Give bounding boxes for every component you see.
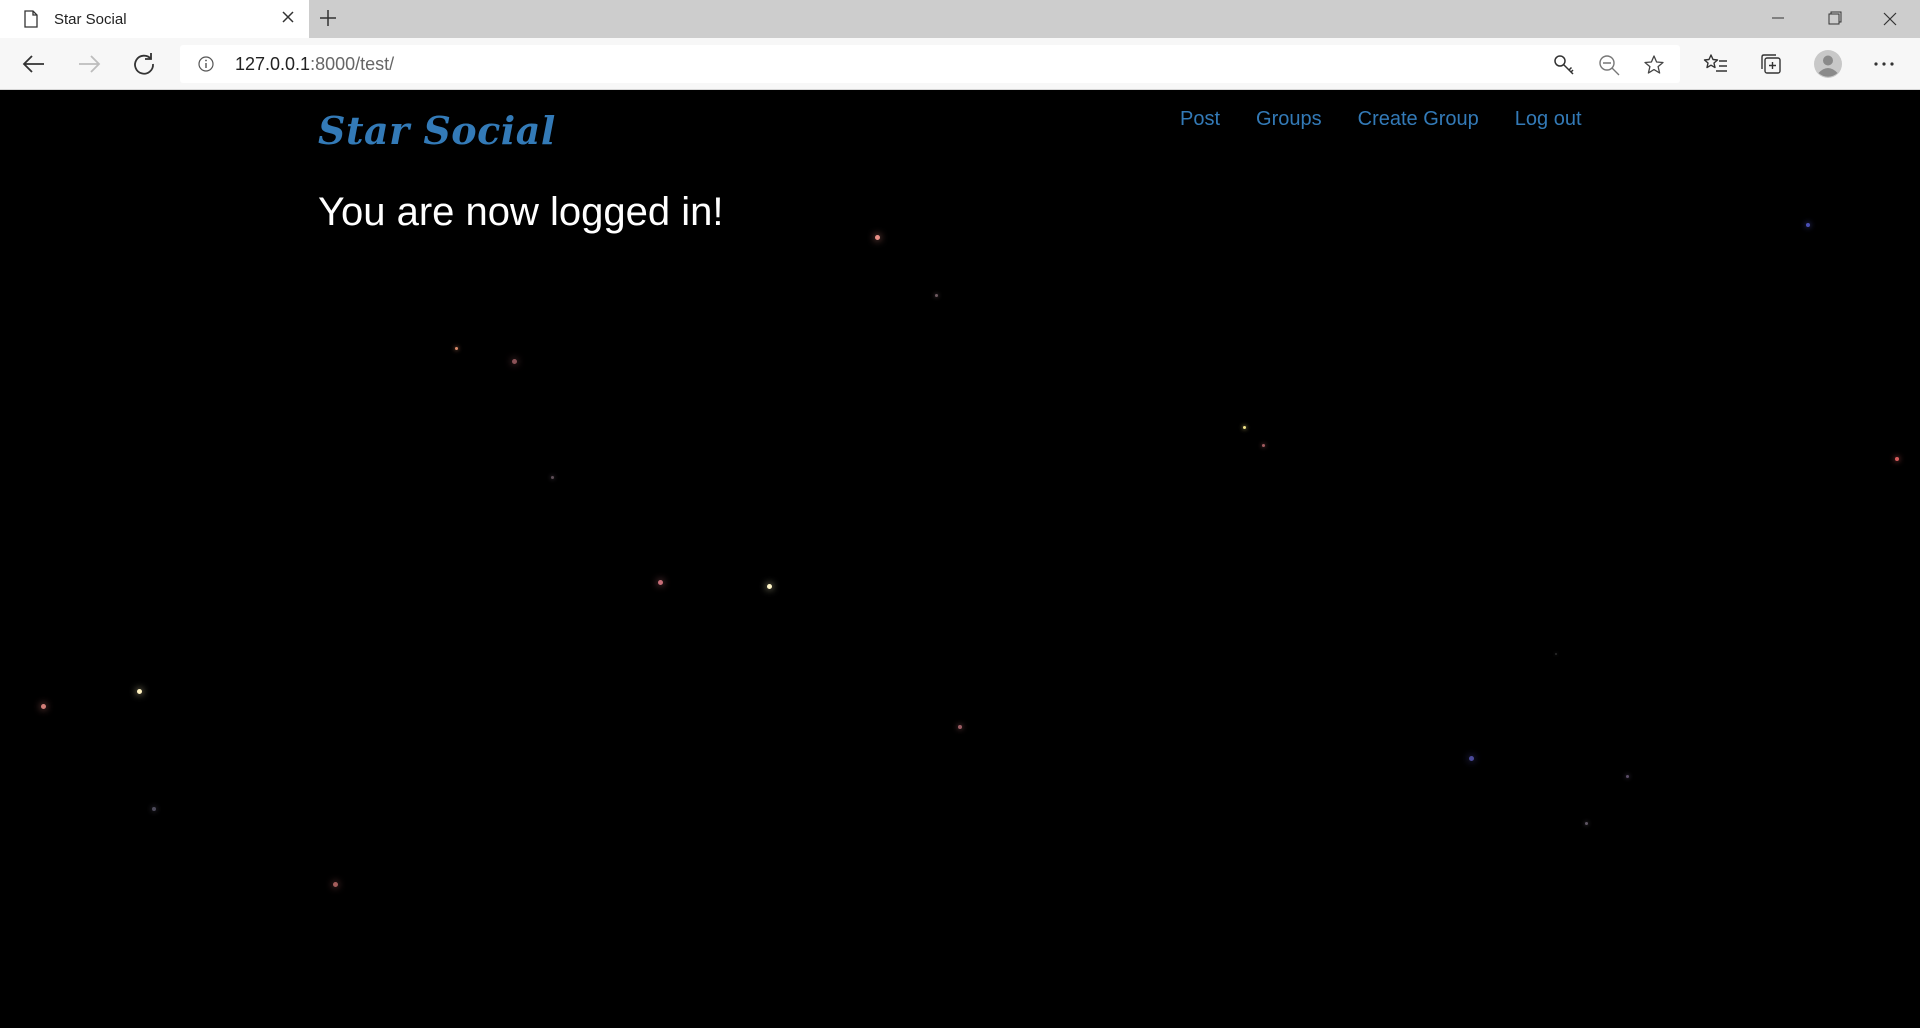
address-bar[interactable]: 127.0.0.1:8000/test/ — [180, 45, 1680, 83]
close-window-icon[interactable] — [1862, 0, 1918, 38]
site-info-icon[interactable] — [198, 56, 214, 72]
star-dot — [958, 725, 962, 729]
back-arrow-icon[interactable] — [20, 50, 48, 78]
collections-icon[interactable] — [1757, 50, 1785, 78]
restore-icon[interactable] — [1806, 0, 1862, 38]
url-text[interactable]: 127.0.0.1:8000/test/ — [235, 54, 394, 75]
browser-tab[interactable]: Star Social — [0, 0, 309, 38]
url-path: :8000/test/ — [310, 54, 395, 74]
key-icon[interactable] — [1553, 54, 1575, 76]
star-dot — [550, 475, 554, 479]
url-host: 127.0.0.1 — [235, 54, 311, 74]
star-dot — [1806, 223, 1810, 227]
star-dot — [511, 358, 517, 364]
new-tab-icon[interactable] — [319, 9, 337, 27]
star-dot — [152, 807, 156, 811]
star-dot — [657, 579, 663, 585]
more-options-icon[interactable] — [1870, 50, 1898, 78]
tab-title: Star Social — [54, 11, 127, 28]
star-dot — [934, 293, 938, 297]
star-dot — [332, 881, 338, 887]
star-dot — [40, 703, 46, 709]
star-dot — [1555, 653, 1557, 655]
nav-create-group-link[interactable]: Create Group — [1358, 108, 1479, 138]
site-navigation: Post Groups Create Group Log out — [1180, 108, 1582, 138]
zoom-out-icon[interactable] — [1598, 54, 1620, 76]
close-tab-icon[interactable] — [280, 9, 296, 25]
reload-icon[interactable] — [130, 50, 158, 78]
star-dot — [454, 346, 458, 350]
star-dot — [136, 688, 142, 694]
star-dot — [1261, 443, 1265, 447]
minimize-icon[interactable] — [1750, 0, 1806, 38]
star-dot — [1895, 457, 1899, 461]
star-dot — [874, 234, 880, 240]
page-viewport: Star Social Post Groups Create Group Log… — [0, 90, 1920, 1028]
nav-post-link[interactable]: Post — [1180, 108, 1220, 138]
document-icon — [24, 10, 38, 28]
star-dot — [1468, 755, 1474, 761]
favorites-list-icon[interactable] — [1702, 50, 1730, 78]
logged-in-message: You are now logged in! — [318, 190, 724, 234]
favorite-star-icon[interactable] — [1643, 54, 1665, 76]
nav-logout-link[interactable]: Log out — [1515, 108, 1582, 138]
star-dot — [766, 583, 772, 589]
star-dot — [1625, 774, 1629, 778]
address-toolbar: 127.0.0.1:8000/test/ — [0, 38, 1920, 90]
nav-groups-link[interactable]: Groups — [1256, 108, 1322, 138]
site-brand-logo[interactable]: Star Social — [318, 108, 556, 153]
star-dot — [1584, 821, 1588, 825]
star-dot — [1242, 425, 1246, 429]
browser-tab-strip: Star Social — [0, 0, 1920, 38]
forward-arrow-icon[interactable] — [75, 50, 103, 78]
profile-avatar-icon[interactable] — [1813, 49, 1843, 79]
